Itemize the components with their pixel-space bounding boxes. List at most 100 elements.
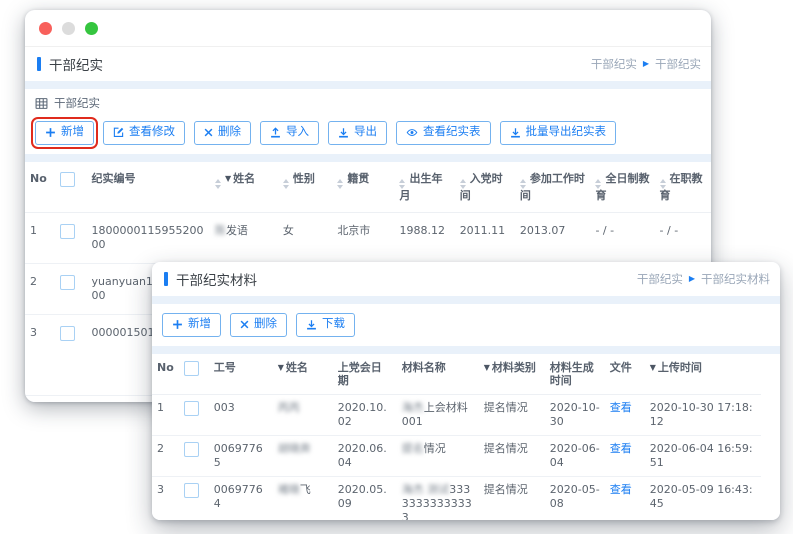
table-cell: 查看	[605, 476, 645, 520]
查看修改-button[interactable]: 查看修改	[103, 121, 185, 145]
window-titlebar	[25, 10, 711, 47]
zoom-window-icon[interactable]	[85, 22, 98, 35]
column-header[interactable]: No	[25, 162, 55, 213]
table-cell: 海杰上会材料001	[397, 394, 479, 435]
select-all-checkbox[interactable]	[184, 361, 199, 376]
导入-button[interactable]: 导入	[260, 121, 319, 145]
row-checkbox[interactable]	[184, 401, 199, 416]
column-header[interactable]: 籍贯	[332, 162, 394, 213]
button-label: 删除	[254, 319, 277, 331]
list-panel: 新增删除下载 No工号▼姓名上党会日期材料名称▼材料类别材料生成时间文件▼上传时…	[152, 304, 780, 520]
button-label: 删除	[218, 127, 241, 139]
redacted-text: 海杰 测试	[402, 483, 450, 496]
column-header[interactable]: 材料名称	[397, 354, 479, 395]
column-header[interactable]: 参加工作时间	[515, 162, 591, 213]
sort-icon[interactable]	[337, 179, 343, 189]
sort-icon[interactable]	[283, 179, 289, 189]
column-header[interactable]: No	[152, 354, 179, 395]
table-row[interactable]: 200697765胡晓奔2020.06.04提名情况提名情况2020-06-04…	[152, 435, 761, 476]
导出-button[interactable]: 导出	[328, 121, 387, 145]
下载-button[interactable]: 下载	[296, 313, 355, 337]
button-label: 批量导出纪实表	[526, 127, 607, 139]
column-header[interactable]: 入党时间	[455, 162, 515, 213]
page-header: 干部纪实 干部纪实▶干部纪实	[25, 47, 711, 81]
button-label: 查看修改	[129, 127, 175, 139]
column-header[interactable]: ▼上传时间	[645, 354, 761, 395]
row-number: 2	[25, 263, 55, 314]
column-label: 材料类别	[492, 361, 536, 374]
column-header[interactable]: 全日制教育	[590, 162, 654, 213]
sort-icon[interactable]	[660, 179, 666, 189]
column-header[interactable]: ▼姓名	[273, 354, 333, 395]
minimize-window-icon[interactable]	[62, 22, 75, 35]
cell-text: 2020.05.09	[338, 483, 387, 510]
filter-icon[interactable]: ▼	[278, 363, 284, 372]
breadcrumb-item[interactable]: 干部纪实	[591, 56, 637, 72]
column-header[interactable]: 上党会日期	[333, 354, 397, 395]
table-cell: 2020-05-08	[545, 476, 605, 520]
filter-icon[interactable]: ▼	[484, 363, 490, 372]
column-header[interactable]: ▼材料类别	[479, 354, 545, 395]
view-file-link[interactable]: 查看	[610, 401, 632, 414]
column-header[interactable]: 纪实编号	[87, 162, 210, 213]
新增-button[interactable]: 新增	[35, 121, 94, 145]
filter-icon[interactable]: ▼	[225, 174, 231, 183]
新增-button[interactable]: 新增	[162, 313, 221, 337]
删除-button[interactable]: 删除	[194, 121, 251, 145]
column-header[interactable]	[55, 162, 87, 213]
materials-table: No工号▼姓名上党会日期材料名称▼材料类别材料生成时间文件▼上传时间1003丙丙…	[152, 354, 761, 521]
breadcrumb-item[interactable]: 干部纪实	[637, 271, 683, 287]
column-header[interactable]	[179, 354, 209, 395]
view-file-link[interactable]: 查看	[610, 483, 632, 496]
section-header: 干部纪实	[25, 89, 711, 113]
close-window-icon[interactable]	[39, 22, 52, 35]
column-header[interactable]: ▼姓名	[210, 162, 278, 213]
row-checkbox[interactable]	[60, 326, 75, 341]
column-header[interactable]: 在职教育	[655, 162, 711, 213]
cell-text: 提名情况	[484, 442, 528, 455]
column-header[interactable]: 工号	[209, 354, 273, 395]
cell-text: 情况	[424, 442, 446, 455]
cell-text: 飞	[300, 483, 311, 496]
table-row[interactable]: 1003丙丙2020.10.02海杰上会材料001提名情况2020-10-30查…	[152, 394, 761, 435]
edit-icon	[113, 127, 124, 138]
row-checkbox[interactable]	[60, 224, 75, 239]
sort-icon[interactable]	[399, 179, 405, 189]
select-all-checkbox[interactable]	[60, 172, 75, 187]
column-header[interactable]: 性别	[278, 162, 332, 213]
sort-icon[interactable]	[595, 179, 601, 189]
删除-button[interactable]: 删除	[230, 313, 287, 337]
table-cell: 00697765	[209, 435, 273, 476]
cell-text: 提名情况	[484, 401, 528, 414]
sort-icon[interactable]	[520, 179, 526, 189]
column-header[interactable]: 材料生成时间	[545, 354, 605, 395]
cell-text: - / -	[660, 224, 679, 237]
sort-icon[interactable]	[460, 179, 466, 189]
table-cell: 2020-10-30	[545, 394, 605, 435]
table-cell: 2013.07	[515, 212, 591, 263]
column-label: 籍贯	[347, 172, 369, 185]
row-number: 1	[25, 212, 55, 263]
row-checkbox[interactable]	[184, 442, 199, 457]
breadcrumb: 干部纪实▶干部纪实	[591, 56, 701, 72]
sort-icon[interactable]	[215, 179, 221, 189]
table-row[interactable]: 300697764褚晓飞2020.05.09海杰 测试3333333333333…	[152, 476, 761, 520]
cell-text: 003	[214, 401, 235, 414]
breadcrumb-arrow-icon: ▶	[643, 60, 649, 68]
view-file-link[interactable]: 查看	[610, 442, 632, 455]
row-checkbox[interactable]	[184, 483, 199, 498]
column-header[interactable]: 文件	[605, 354, 645, 395]
table-row[interactable]: 1180000011595520000陈发语女北京市1988.122011.11…	[25, 212, 711, 263]
filter-icon[interactable]: ▼	[650, 363, 656, 372]
toolbar: 新增 删除 下载	[152, 304, 780, 346]
row-checkbox[interactable]	[60, 275, 75, 290]
cell-text: - / -	[595, 224, 614, 237]
cell-text: 2013.07	[520, 224, 566, 237]
column-label: 全日制教育	[595, 172, 649, 202]
cell-text: 2020-05-09 16:43:45	[650, 483, 753, 510]
page-title: 干部纪实	[49, 54, 103, 74]
查看纪实表-button[interactable]: 查看纪实表	[396, 121, 491, 145]
批量导出纪实表-button[interactable]: 批量导出纪实表	[500, 121, 617, 145]
table-cell: 180000011595520000	[87, 212, 210, 263]
column-header[interactable]: 出生年月	[394, 162, 454, 213]
